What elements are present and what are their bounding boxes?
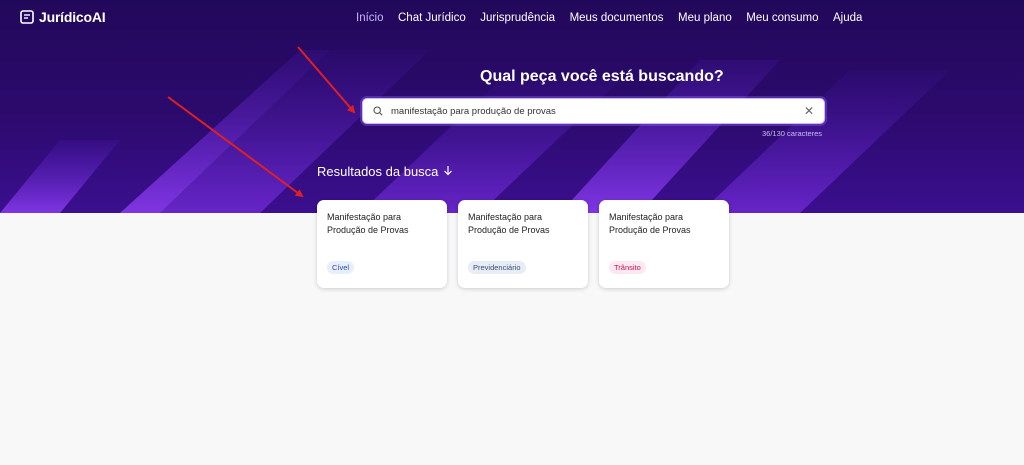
nav-item-ajuda[interactable]: Ajuda [833, 12, 862, 24]
result-card-transito[interactable]: Manifestação para Produção de Provas Trâ… [599, 200, 729, 288]
results-title: Resultados da busca [317, 164, 439, 179]
search-box[interactable]: ✕ [362, 98, 825, 124]
top-navigation: JurídicoAI Início Chat Jurídico Jurispru… [0, 0, 1024, 36]
search-input[interactable] [391, 105, 804, 117]
clear-search-icon[interactable]: ✕ [804, 105, 814, 117]
app-logo[interactable]: JurídicoAI [20, 9, 106, 25]
nav-item-chat-juridico[interactable]: Chat Jurídico [398, 12, 466, 24]
result-card-civel[interactable]: Manifestação para Produção de Provas Cív… [317, 200, 447, 288]
result-card-title: Manifestação para Produção de Provas [327, 212, 409, 235]
arrow-down-icon [443, 164, 453, 179]
result-card-title: Manifestação para Produção de Provas [468, 212, 550, 235]
nav-item-meus-documentos[interactable]: Meus documentos [570, 12, 664, 24]
nav-item-inicio[interactable]: Início [356, 12, 384, 24]
nav-menu: Início Chat Jurídico Jurisprudência Meus… [356, 12, 877, 24]
search-icon [373, 106, 383, 116]
nav-item-meu-consumo[interactable]: Meu consumo [746, 12, 818, 24]
logo-icon [20, 10, 34, 24]
page-headline: Qual peça você está buscando? [480, 68, 724, 85]
character-counter: 36/130 caracteres [762, 129, 823, 138]
results-heading: Resultados da busca [317, 164, 453, 179]
result-card-title: Manifestação para Produção de Provas [609, 212, 691, 235]
category-tag: Cível [327, 261, 355, 274]
app-name: JurídicoAI [39, 9, 106, 25]
nav-item-jurisprudencia[interactable]: Jurisprudência [480, 12, 555, 24]
nav-item-meu-plano[interactable]: Meu plano [678, 12, 732, 24]
result-card-previdenciario[interactable]: Manifestação para Produção de Provas Pre… [458, 200, 588, 288]
category-tag: Trânsito [609, 261, 646, 274]
category-tag: Previdenciário [468, 261, 526, 274]
hero-banner: JurídicoAI Início Chat Jurídico Jurispru… [0, 0, 1024, 213]
